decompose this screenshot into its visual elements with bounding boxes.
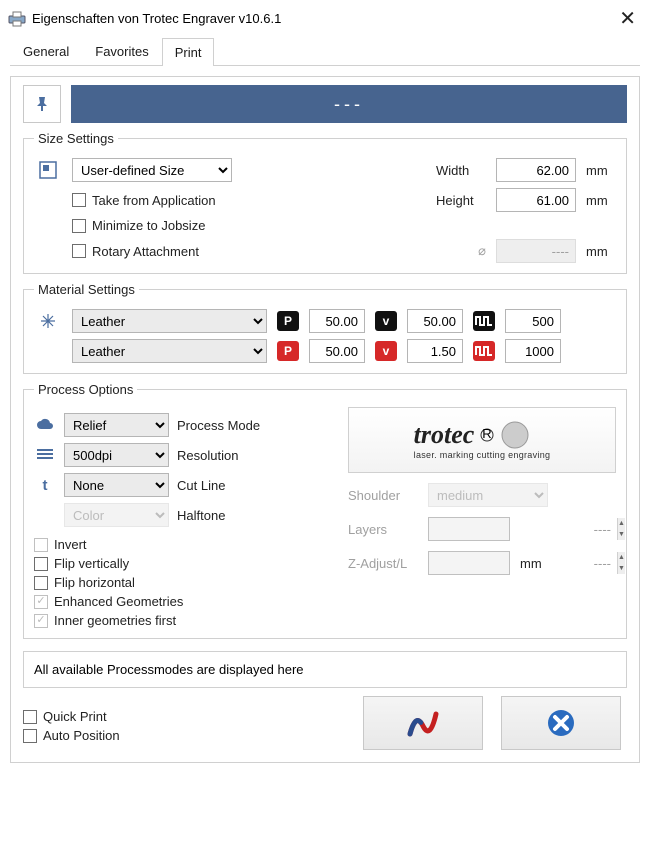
- width-unit: mm: [586, 163, 616, 178]
- logo-circle-icon: [500, 420, 530, 450]
- width-label: Width: [436, 163, 486, 178]
- pin-icon: [33, 95, 51, 113]
- size-select[interactable]: User-defined Size: [72, 158, 232, 182]
- shoulder-select: medium: [428, 483, 548, 507]
- freq-icon-red: [473, 341, 495, 361]
- flip-vertical-check[interactable]: Flip vertically: [34, 556, 334, 571]
- tab-print[interactable]: Print: [162, 38, 215, 66]
- power-input-1[interactable]: [309, 309, 365, 333]
- diameter-input: [496, 239, 576, 263]
- velocity-badge-red: v: [375, 341, 397, 361]
- size-settings-group: Size Settings User-defined Size Width mm…: [23, 131, 627, 274]
- cancel-button[interactable]: [501, 696, 621, 750]
- process-legend: Process Options: [34, 382, 137, 397]
- shoulder-label: Shoulder: [348, 488, 418, 503]
- tablist: General Favorites Print: [10, 37, 640, 66]
- power-input-2[interactable]: [309, 339, 365, 363]
- diameter-unit: mm: [586, 244, 616, 259]
- freq-input-2[interactable]: [505, 339, 561, 363]
- cutline-select[interactable]: None: [64, 473, 169, 497]
- trotec-logo: trotec R laser. marking cutting engravin…: [348, 407, 616, 473]
- zadjust-label: Z-Adjust/L: [348, 556, 418, 571]
- pin-favorite-button[interactable]: [23, 85, 61, 123]
- close-button[interactable]: ✕: [602, 6, 642, 31]
- resolution-select[interactable]: 500dpi: [64, 443, 169, 467]
- info-box: All available Processmodes are displayed…: [23, 651, 627, 688]
- titlebar: Eigenschaften von Trotec Engraver v10.6.…: [0, 0, 650, 37]
- registered-icon: R: [480, 428, 494, 442]
- cancel-icon: [546, 708, 576, 738]
- process-mode-label: Process Mode: [177, 418, 260, 433]
- process-options-group: Process Options Relief Process Mode 500d…: [23, 382, 627, 639]
- zadjust-spinner: ▲▼: [428, 551, 510, 575]
- auto-position-check[interactable]: Auto Position: [23, 728, 323, 743]
- layers-spinner: ▲▼: [428, 517, 510, 541]
- material-legend: Material Settings: [34, 282, 139, 297]
- power-badge-black: P: [277, 311, 299, 331]
- width-input[interactable]: [496, 158, 576, 182]
- flip-horizontal-check[interactable]: Flip horizontal: [34, 575, 334, 590]
- halftone-select: Color: [64, 503, 169, 527]
- diameter-symbol: ⌀: [478, 243, 486, 259]
- enhanced-geom-check: ✓Enhanced Geometries: [34, 594, 334, 609]
- velocity-input-2[interactable]: [407, 339, 463, 363]
- power-badge-red: P: [277, 341, 299, 361]
- ok-button[interactable]: [363, 696, 483, 750]
- svg-text:R: R: [483, 428, 492, 441]
- tab-favorites[interactable]: Favorites: [82, 37, 161, 65]
- jobcontrol-icon: [406, 708, 440, 738]
- cutline-label: Cut Line: [177, 478, 225, 493]
- freq-icon-black: [473, 311, 495, 331]
- height-label: Height: [436, 193, 486, 208]
- layers-label: Layers: [348, 522, 418, 537]
- job-name-banner[interactable]: ---: [71, 85, 627, 123]
- cloud-icon: [36, 418, 54, 432]
- freq-input-1[interactable]: [505, 309, 561, 333]
- inner-geom-check: ✓Inner geometries first: [34, 613, 334, 628]
- take-from-app-check[interactable]: Take from Application: [72, 193, 216, 208]
- lines-icon: [36, 448, 54, 462]
- velocity-badge-black: v: [375, 311, 397, 331]
- quick-print-check[interactable]: Quick Print: [23, 709, 323, 724]
- material-icon[interactable]: [38, 311, 58, 331]
- minimize-check[interactable]: Minimize to Jobsize: [72, 218, 205, 233]
- zadjust-unit: mm: [520, 556, 570, 571]
- invert-check: Invert: [34, 537, 334, 552]
- height-input[interactable]: [496, 188, 576, 212]
- size-icon[interactable]: [38, 160, 58, 180]
- process-mode-select[interactable]: Relief: [64, 413, 169, 437]
- resolution-label: Resolution: [177, 448, 238, 463]
- printer-icon: [8, 11, 26, 27]
- halftone-label: Halftone: [177, 508, 225, 523]
- material-select-2[interactable]: Leather: [72, 339, 267, 363]
- material-settings-group: Material Settings Leather P v Leather P …: [23, 282, 627, 374]
- print-panel: --- Size Settings User-defined Size Widt…: [10, 76, 640, 763]
- velocity-input-1[interactable]: [407, 309, 463, 333]
- size-legend: Size Settings: [34, 131, 118, 146]
- cutline-icon: t: [34, 477, 56, 494]
- rotary-check[interactable]: Rotary Attachment: [72, 244, 199, 259]
- material-select-1[interactable]: Leather: [72, 309, 267, 333]
- height-unit: mm: [586, 193, 616, 208]
- window-title: Eigenschaften von Trotec Engraver v10.6.…: [32, 11, 602, 26]
- tab-general[interactable]: General: [10, 37, 82, 65]
